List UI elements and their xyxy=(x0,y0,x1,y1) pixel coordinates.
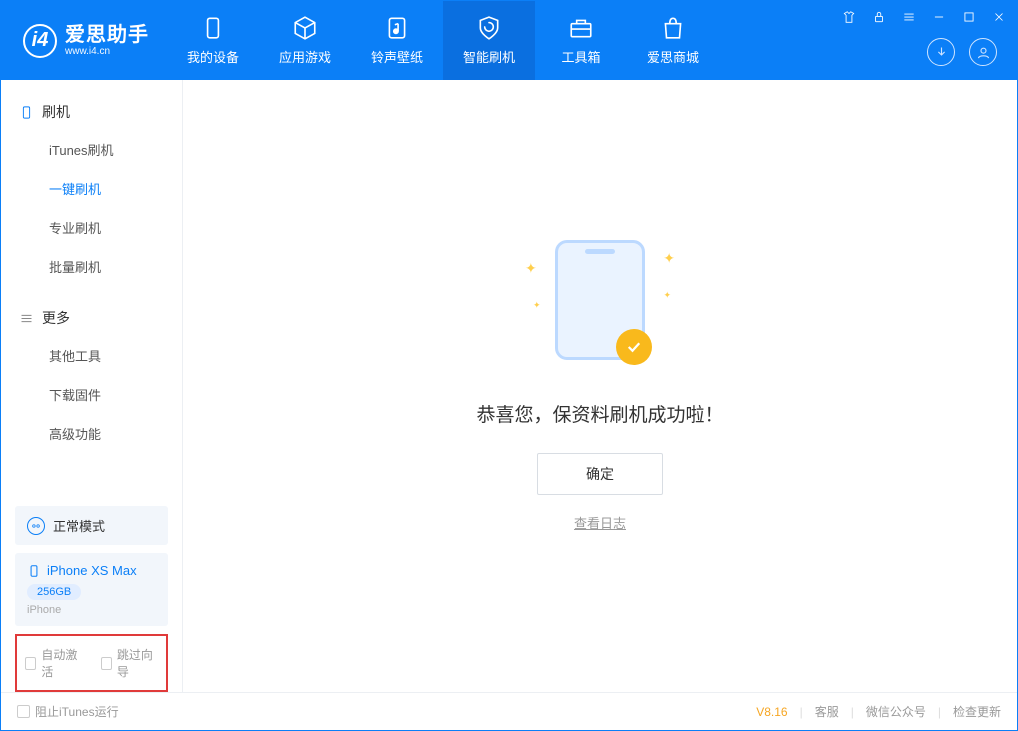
device-box[interactable]: iPhone XS Max 256GB iPhone xyxy=(15,553,168,626)
top-nav: 我的设备 应用游戏 铃声壁纸 智能刷机 工具箱 爱思商城 xyxy=(167,1,719,80)
sidebar-heading-more: 更多 xyxy=(1,300,182,336)
nav-ringtones[interactable]: 铃声壁纸 xyxy=(351,1,443,80)
support-link[interactable]: 客服 xyxy=(815,703,839,720)
nav-toolbox[interactable]: 工具箱 xyxy=(535,1,627,80)
device-name: iPhone XS Max xyxy=(47,563,137,578)
app-header: i4 爱思助手 www.i4.cn 我的设备 应用游戏 铃声壁纸 智能刷机 工具… xyxy=(1,1,1017,80)
ok-button[interactable]: 确定 xyxy=(537,453,663,495)
sparkle-icon: ✦ xyxy=(525,260,537,277)
sparkle-icon: ✦ xyxy=(663,290,671,301)
toolbox-icon xyxy=(568,15,594,41)
sidebar-item-batch[interactable]: 批量刷机 xyxy=(1,247,182,286)
nav-apps-games[interactable]: 应用游戏 xyxy=(259,1,351,80)
sidebar-item-oneclick[interactable]: 一键刷机 xyxy=(1,169,182,208)
mode-icon xyxy=(27,517,45,535)
mode-box[interactable]: 正常模式 xyxy=(15,506,168,545)
nav-smart-flash[interactable]: 智能刷机 xyxy=(443,1,535,80)
heading-label: 更多 xyxy=(42,308,70,328)
phone-illustration-icon xyxy=(555,240,645,360)
menu-icon[interactable] xyxy=(899,7,919,27)
skip-guide-checkbox[interactable]: 跳过向导 xyxy=(101,646,159,680)
app-title: 爱思助手 xyxy=(65,24,149,46)
success-illustration: ✦ ✦ ✦ ✦ xyxy=(555,240,645,360)
sparkle-icon: ✦ xyxy=(663,250,675,267)
nav-label: 工具箱 xyxy=(561,47,600,66)
nav-label: 我的设备 xyxy=(187,47,239,66)
highlighted-options: 自动激活 跳过向导 xyxy=(15,634,168,692)
version-label: V8.16 xyxy=(756,705,787,719)
bag-icon xyxy=(660,15,686,41)
window-controls xyxy=(839,7,1009,27)
lock-icon[interactable] xyxy=(869,7,889,27)
device-type: iPhone xyxy=(27,604,156,616)
device-capacity: 256GB xyxy=(27,584,81,600)
heading-label: 刷机 xyxy=(42,102,70,122)
sidebar-item-other-tools[interactable]: 其他工具 xyxy=(1,336,182,375)
phone-icon xyxy=(27,564,41,578)
nav-label: 铃声壁纸 xyxy=(371,47,423,66)
success-message: 恭喜您，保资料刷机成功啦！ xyxy=(476,400,723,427)
sidebar-heading-flash: 刷机 xyxy=(1,94,182,130)
auto-activate-checkbox[interactable]: 自动激活 xyxy=(25,646,83,680)
sidebar-item-pro[interactable]: 专业刷机 xyxy=(1,208,182,247)
mode-label: 正常模式 xyxy=(53,516,105,535)
download-button[interactable] xyxy=(927,38,955,66)
wechat-link[interactable]: 微信公众号 xyxy=(866,703,926,720)
cube-icon xyxy=(292,15,318,41)
logo: i4 爱思助手 www.i4.cn xyxy=(1,24,167,58)
music-file-icon xyxy=(384,15,410,41)
close-button[interactable] xyxy=(989,7,1009,27)
maximize-button[interactable] xyxy=(959,7,979,27)
list-icon xyxy=(19,311,34,326)
status-bar: 阻止iTunes运行 V8.16 | 客服 | 微信公众号 | 检查更新 xyxy=(1,692,1017,730)
shirt-icon[interactable] xyxy=(839,7,859,27)
sidebar-item-itunes[interactable]: iTunes刷机 xyxy=(1,130,182,169)
nav-store[interactable]: 爱思商城 xyxy=(627,1,719,80)
sidebar-item-download-fw[interactable]: 下载固件 xyxy=(1,375,182,414)
app-subtitle: www.i4.cn xyxy=(65,46,149,57)
user-button[interactable] xyxy=(969,38,997,66)
nav-label: 应用游戏 xyxy=(279,47,331,66)
sidebar: 刷机 iTunes刷机 一键刷机 专业刷机 批量刷机 更多 其他工具 下载固件 … xyxy=(1,80,183,692)
device-icon xyxy=(200,15,226,41)
nav-label: 爱思商城 xyxy=(647,47,699,66)
check-badge-icon xyxy=(616,329,652,365)
shield-icon xyxy=(476,15,502,41)
check-update-link[interactable]: 检查更新 xyxy=(953,703,1001,720)
main-content: ✦ ✦ ✦ ✦ 恭喜您，保资料刷机成功啦！ 确定 查看日志 xyxy=(183,80,1017,692)
minimize-button[interactable] xyxy=(929,7,949,27)
block-itunes-checkbox[interactable]: 阻止iTunes运行 xyxy=(17,703,119,720)
phone-icon xyxy=(19,105,34,120)
sidebar-item-advanced[interactable]: 高级功能 xyxy=(1,414,182,453)
view-log-link[interactable]: 查看日志 xyxy=(574,513,626,532)
sparkle-icon: ✦ xyxy=(533,300,541,311)
logo-icon: i4 xyxy=(23,24,57,58)
nav-label: 智能刷机 xyxy=(463,47,515,66)
nav-my-device[interactable]: 我的设备 xyxy=(167,1,259,80)
header-actions xyxy=(927,38,997,66)
